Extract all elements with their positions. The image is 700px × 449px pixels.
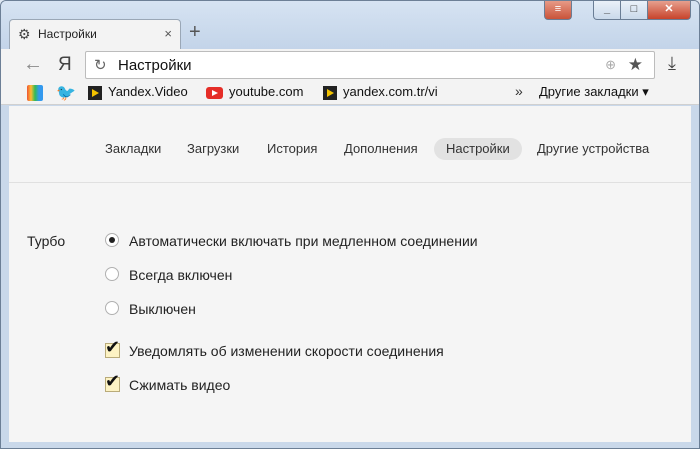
reload-icon[interactable]: ↻ <box>94 56 107 74</box>
gear-icon: ⚙ <box>18 26 31 42</box>
other-bookmarks-button[interactable]: Другие закладки ▾ <box>539 84 649 100</box>
turbo-option-auto[interactable]: Автоматически включать при медленном сое… <box>105 231 478 251</box>
nav-downloads[interactable]: Загрузки <box>175 138 251 160</box>
checkbox-checked[interactable] <box>105 337 120 358</box>
turbo-option-always[interactable]: Всегда включен <box>105 265 232 285</box>
maximize-button[interactable]: □ <box>620 1 648 20</box>
settings-nav: Закладки Загрузки История Дополнения Нас… <box>9 106 691 183</box>
radio-button[interactable] <box>105 301 119 315</box>
minimize-icon: _ <box>603 3 611 15</box>
play-icon <box>323 85 337 100</box>
star-icon[interactable]: ★ <box>628 55 643 75</box>
nav-history[interactable]: История <box>255 138 329 160</box>
radio-button[interactable] <box>105 267 119 281</box>
close-icon: ✕ <box>664 3 674 15</box>
browser-window: ⚙ Настройки × + ≡ _ □ ✕ ← Я ↻ Настройки … <box>0 0 700 449</box>
hamburger-icon: ≡ <box>554 3 562 15</box>
tab-title: Настройки <box>38 27 97 41</box>
minimize-button[interactable]: _ <box>593 1 621 20</box>
menu-button[interactable]: ≡ <box>544 1 572 20</box>
yandex-logo[interactable]: Я <box>58 54 72 76</box>
radio-button-selected[interactable] <box>105 233 119 247</box>
toolbar: ← Я ↻ Настройки ⊕ ★ ⤓ <box>1 49 699 81</box>
close-tab-icon[interactable]: × <box>164 26 172 41</box>
notify-speed-checkbox[interactable]: Уведомлять об изменении скорости соедине… <box>105 337 444 361</box>
bookmarks-bar: Yandex.Video youtube.com yandex.com.tr/v… <box>1 81 699 105</box>
twitter-icon[interactable]: 🐦 <box>56 83 76 103</box>
tab-settings[interactable]: ⚙ Настройки × <box>9 19 181 49</box>
play-icon <box>88 85 102 100</box>
nav-other-devices[interactable]: Другие устройства <box>525 138 661 160</box>
bookmark-yandex-video[interactable]: Yandex.Video <box>88 84 188 100</box>
back-arrow-icon[interactable]: ← <box>23 53 43 76</box>
address-bar[interactable]: ↻ Настройки ⊕ ★ <box>85 51 655 79</box>
bookmark-youtube[interactable]: youtube.com <box>206 84 303 99</box>
compress-video-checkbox[interactable]: Сжимать видео <box>105 371 230 395</box>
shopping-bag-icon[interactable] <box>27 85 43 101</box>
globe-icon: ⊕ <box>605 57 616 72</box>
title-bar: ⚙ Настройки × + ≡ _ □ ✕ <box>1 1 699 49</box>
nav-settings[interactable]: Настройки <box>434 138 522 160</box>
settings-page: Закладки Загрузки История Дополнения Нас… <box>9 106 691 442</box>
nav-extensions[interactable]: Дополнения <box>332 138 430 160</box>
turbo-label: Турбо <box>27 233 66 249</box>
address-text[interactable]: Настройки <box>118 57 192 74</box>
more-bookmarks-icon[interactable]: » <box>515 83 523 99</box>
download-icon[interactable]: ⤓ <box>668 53 676 74</box>
new-tab-button[interactable]: + <box>189 22 201 42</box>
close-window-button[interactable]: ✕ <box>647 1 691 20</box>
bookmark-yandex-com-tr[interactable]: yandex.com.tr/vi <box>323 84 438 100</box>
maximize-icon: □ <box>630 3 638 15</box>
nav-bookmarks[interactable]: Закладки <box>93 138 173 160</box>
youtube-icon <box>206 86 223 99</box>
checkbox-checked[interactable] <box>105 371 120 392</box>
turbo-option-off[interactable]: Выключен <box>105 299 196 319</box>
